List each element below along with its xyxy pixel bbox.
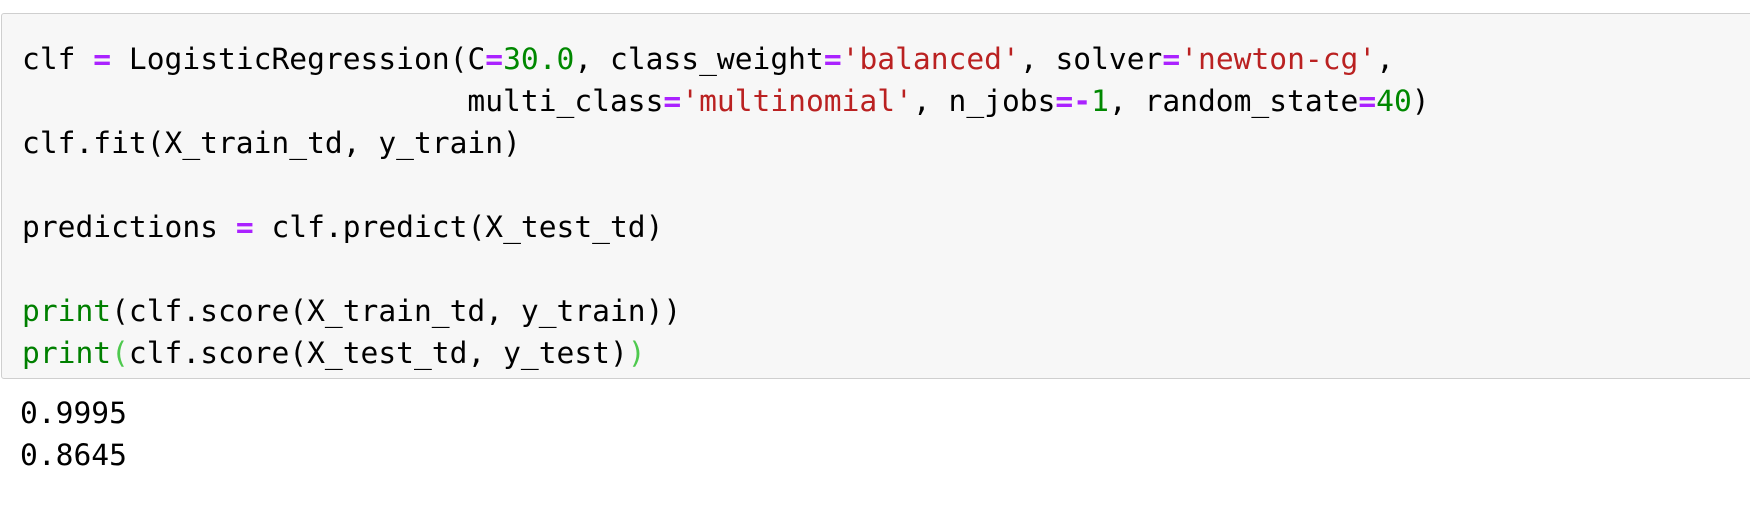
output-line-1: 0.9995 (20, 396, 127, 430)
code-line-3: clf.fit(X_train_td, y_train) (22, 126, 521, 160)
code-cell-output: 0.9995 0.8645 (0, 392, 1750, 502)
code-line-5: predictions = clf.predict(X_test_td) (22, 210, 664, 244)
code-line-7: print(clf.score(X_train_td, y_train)) (22, 294, 682, 328)
code-cell-input[interactable]: clf = LogisticRegression(C=30.0, class_w… (1, 13, 1750, 379)
code-line-2: multi_class='multinomial', n_jobs=-1, ra… (22, 84, 1430, 118)
output-line-2: 0.8645 (20, 438, 127, 472)
code-line-1: clf = LogisticRegression(C=30.0, class_w… (22, 42, 1395, 76)
code-line-8: print(clf.score(X_test_td, y_test)) (22, 336, 646, 370)
